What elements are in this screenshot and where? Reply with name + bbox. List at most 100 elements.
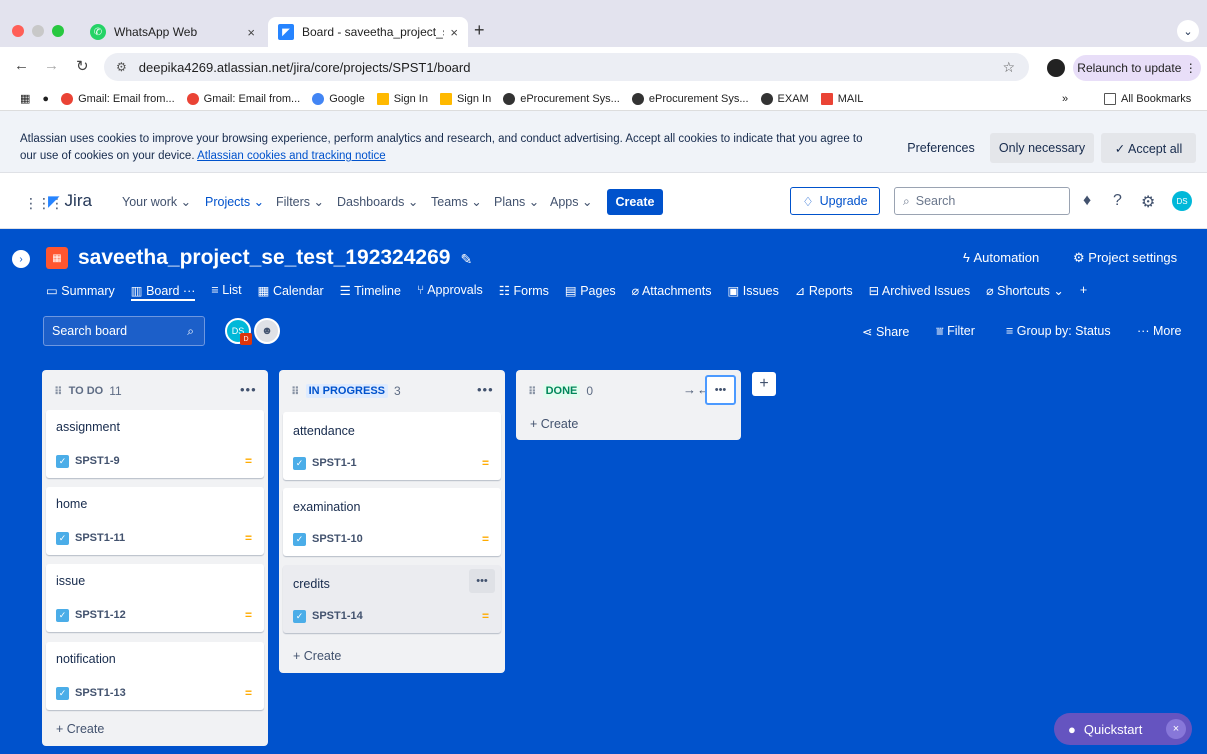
browser-tab-board[interactable]: ◤ Board - saveetha_project_se ×: [268, 17, 468, 47]
settings-gear-icon[interactable]: ⚙: [1141, 192, 1155, 212]
cookie-notice-link[interactable]: Atlassian cookies and tracking notice: [197, 150, 386, 162]
tab-search-button[interactable]: ⌄: [1177, 20, 1199, 42]
nav-dashboards[interactable]: Dashboards ⌄: [337, 194, 418, 209]
drag-handle-icon[interactable]: ⠿: [54, 385, 63, 398]
user-avatar[interactable]: DS: [1172, 191, 1192, 211]
nav-filters[interactable]: Filters ⌄: [276, 194, 324, 209]
only-necessary-button[interactable]: Only necessary: [990, 133, 1094, 163]
tab-archived-issues[interactable]: ⊟ Archived Issues: [869, 283, 971, 301]
close-tab-icon[interactable]: ×: [247, 25, 255, 40]
bookmark-item[interactable]: eProcurement Sys...: [631, 92, 749, 105]
column-header: ⠿ TO DO 11: [54, 384, 122, 398]
url-field[interactable]: ⚙ deepika4269.atlassian.net/jira/core/pr…: [104, 53, 1029, 81]
create-issue-button[interactable]: + Create: [530, 417, 578, 431]
nav-your-work[interactable]: Your work ⌄: [122, 194, 191, 209]
project-settings-button[interactable]: ⚙ Project settings: [1073, 250, 1177, 266]
tab-issues[interactable]: ▣ Issues: [727, 283, 778, 301]
reload-icon[interactable]: ↻: [76, 57, 89, 75]
issue-card[interactable]: credits ••• ✓ SPST1-14 =: [283, 565, 501, 633]
task-type-icon: ✓: [56, 687, 69, 700]
tab-timeline[interactable]: ☰ Timeline: [340, 283, 401, 301]
bookmark-item[interactable]: Sign In: [376, 92, 428, 105]
browser-tab-bar: ✆ WhatsApp Web × ◤ Board - saveetha_proj…: [0, 0, 1207, 47]
profile-avatar[interactable]: [1047, 59, 1065, 77]
add-column-button[interactable]: +: [752, 372, 776, 396]
card-more-icon[interactable]: •••: [469, 569, 495, 593]
site-settings-icon[interactable]: ⚙: [116, 60, 127, 74]
issue-card[interactable]: examination ✓ SPST1-10 =: [283, 488, 501, 556]
column-more-icon[interactable]: •••: [240, 382, 257, 397]
tab-summary[interactable]: ▭ Summary: [46, 283, 115, 301]
accept-all-button[interactable]: ✓ Accept all: [1101, 133, 1196, 163]
automation-button[interactable]: ϟ Automation: [963, 250, 1039, 265]
column-more-icon[interactable]: •••: [477, 382, 494, 397]
jira-logo[interactable]: ◤ Jira: [48, 191, 92, 211]
new-tab-button[interactable]: +: [474, 20, 485, 41]
forward-icon[interactable]: →: [44, 57, 59, 74]
close-tab-icon[interactable]: ×: [450, 25, 458, 40]
preferences-button[interactable]: Preferences: [895, 133, 987, 163]
nav-plans[interactable]: Plans ⌄: [494, 194, 539, 209]
tab-pages[interactable]: ▤ Pages: [565, 283, 616, 301]
tab-list[interactable]: ≡ List: [211, 283, 241, 301]
minimize-window-icon[interactable]: [32, 25, 44, 37]
bookmark-item[interactable]: MAIL: [820, 92, 863, 105]
column-more-icon[interactable]: •••: [705, 375, 736, 405]
jira-search-input[interactable]: ⌕ Search: [894, 187, 1070, 215]
quickstart-button[interactable]: ● Quickstart ×: [1054, 713, 1192, 745]
add-people-icon[interactable]: ☻: [254, 318, 280, 344]
bookmarks-overflow-button[interactable]: »: [1062, 93, 1068, 105]
add-tab-button[interactable]: +: [1080, 283, 1087, 301]
maximize-window-icon[interactable]: [52, 25, 64, 37]
issue-card[interactable]: attendance ✓ SPST1-1 =: [283, 412, 501, 480]
bookmark-item[interactable]: eProcurement Sys...: [503, 92, 620, 105]
more-button[interactable]: ··· More: [1137, 324, 1181, 338]
group-by-button[interactable]: ≡ Group by: Status: [1006, 324, 1111, 338]
upgrade-button[interactable]: ♢ Upgrade: [790, 187, 880, 215]
all-bookmarks-button[interactable]: All Bookmarks: [1104, 92, 1191, 105]
bookmark-item[interactable]: Gmail: Email from...: [186, 92, 300, 105]
bookmark-item[interactable]: EXAM: [760, 92, 809, 105]
bookmark-star-icon[interactable]: ☆: [1002, 59, 1015, 76]
share-button[interactable]: ⋖ Share: [862, 324, 909, 339]
close-window-icon[interactable]: [12, 25, 24, 37]
back-icon[interactable]: ←: [14, 57, 29, 74]
help-icon[interactable]: ?: [1113, 192, 1122, 210]
nav-teams[interactable]: Teams ⌄: [431, 194, 482, 209]
project-theme-icon[interactable]: ✎: [460, 251, 472, 267]
issue-card[interactable]: issue ✓ SPST1-12 =: [46, 564, 264, 632]
nav-projects[interactable]: Projects ⌄: [205, 194, 264, 209]
bookmark-item[interactable]: Sign In: [439, 92, 491, 105]
issue-card[interactable]: notification ✓ SPST1-13 =: [46, 642, 264, 710]
tab-calendar[interactable]: ▦ Calendar: [258, 283, 324, 301]
create-issue-button[interactable]: + Create: [293, 649, 341, 663]
column-header: ⠿ DONE 0: [528, 384, 594, 398]
tab-label: WhatsApp Web: [114, 25, 198, 39]
tab-board[interactable]: ▥ Board ···: [130, 283, 196, 301]
search-board-input[interactable]: Search board ⌕: [43, 316, 205, 346]
tab-shortcuts[interactable]: ⌀ Shortcuts ⌄: [986, 283, 1064, 301]
filter-button[interactable]: ⩸ Filter: [936, 324, 975, 339]
nav-apps[interactable]: Apps ⌄: [550, 194, 592, 209]
notifications-icon[interactable]: ♦: [1083, 192, 1091, 210]
close-quickstart-icon[interactable]: ×: [1166, 719, 1186, 739]
cookie-message: Atlassian uses cookies to improve your b…: [20, 133, 863, 162]
bookmark-item[interactable]: Google: [312, 92, 365, 105]
assignee-avatar[interactable]: DS D: [225, 318, 252, 345]
browser-tab-whatsapp[interactable]: ✆ WhatsApp Web ×: [80, 17, 265, 47]
apps-grid-icon[interactable]: ▦: [20, 92, 30, 105]
tab-attachments[interactable]: ⌀ Attachments: [632, 283, 712, 301]
issue-card[interactable]: home ✓ SPST1-11 =: [46, 487, 264, 555]
tab-reports[interactable]: ⊿ Reports: [795, 283, 853, 301]
tab-approvals[interactable]: ⑂ Approvals: [417, 283, 483, 301]
drag-handle-icon[interactable]: ⠿: [528, 385, 537, 398]
drag-handle-icon[interactable]: ⠿: [291, 385, 300, 398]
relaunch-button[interactable]: Relaunch to update ⋮: [1073, 55, 1201, 81]
tab-forms[interactable]: ☷ Forms: [499, 283, 549, 301]
create-issue-button[interactable]: + Create: [56, 722, 104, 736]
issue-card[interactable]: assignment ✓ SPST1-9 =: [46, 410, 264, 478]
expand-sidebar-button[interactable]: ›: [12, 250, 30, 268]
create-button[interactable]: Create: [607, 189, 663, 215]
window-controls[interactable]: [12, 25, 64, 37]
bookmark-item[interactable]: Gmail: Email from...: [61, 92, 175, 105]
